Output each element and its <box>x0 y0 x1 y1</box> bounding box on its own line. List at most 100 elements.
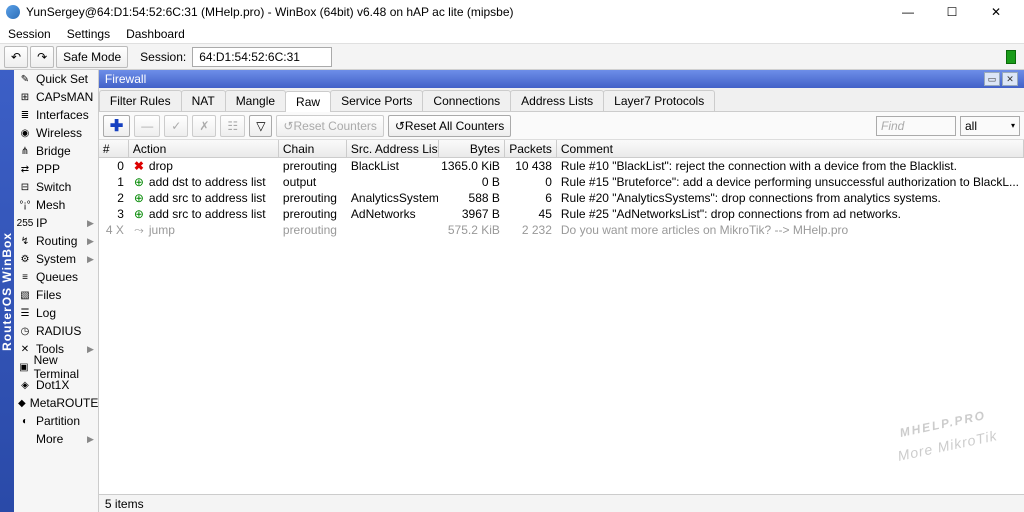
chevron-right-icon: ▶ <box>87 236 94 247</box>
status-bar: 5 items <box>99 494 1024 512</box>
sidebar-item-log[interactable]: ☰Log <box>14 304 98 322</box>
filter-combo[interactable]: all▾ <box>960 116 1020 136</box>
sidebar-item-capsman[interactable]: ⊞ CAPsMAN <box>14 88 98 106</box>
sidebar-icon: ▧ <box>18 288 32 302</box>
sidebar-item-label: CAPsMAN <box>36 90 93 104</box>
menu-settings[interactable]: Settings <box>67 27 110 41</box>
tab-address-lists[interactable]: Address Lists <box>510 90 604 111</box>
session-label: Session: <box>140 50 186 64</box>
undo-button[interactable]: ↶ <box>4 46 28 68</box>
sidebar-item-label: Switch <box>36 180 71 194</box>
menu-dashboard[interactable]: Dashboard <box>126 27 185 41</box>
sidebar-item-more[interactable]: More ▶ <box>14 430 98 448</box>
remove-rule-button[interactable]: — <box>134 115 160 137</box>
panel-titlebar: Firewall ▭ ✕ <box>99 70 1024 88</box>
menu-session[interactable]: Session <box>8 27 51 41</box>
sidebar-item-label: Dot1X <box>36 378 69 392</box>
sidebar-item-radius[interactable]: ◷ RADIUS <box>14 322 98 340</box>
window-titlebar: YunSergey@64:D1:54:52:6C:31 (MHelp.pro) … <box>0 0 1024 24</box>
col-packets[interactable]: Packets <box>505 140 557 157</box>
sidebar-item-label: System <box>36 252 76 266</box>
sidebar-item-new-terminal[interactable]: ▣New Terminal <box>14 358 98 376</box>
tab-connections[interactable]: Connections <box>422 90 511 111</box>
tab-service-ports[interactable]: Service Ports <box>330 90 423 111</box>
enable-rule-button[interactable]: ✓ <box>164 115 188 137</box>
chevron-right-icon: ▶ <box>87 218 94 229</box>
panel-minimize-button[interactable]: ▭ <box>984 72 1000 86</box>
col-comment[interactable]: Comment <box>557 140 1024 157</box>
sidebar-icon: ⊟ <box>18 180 32 194</box>
tab-filter-rules[interactable]: Filter Rules <box>99 90 182 111</box>
reset-all-counters-button[interactable]: ↺ Reset All Counters <box>388 115 511 137</box>
col-src-address-list[interactable]: Src. Address List <box>347 140 439 157</box>
col-chain[interactable]: Chain <box>279 140 347 157</box>
safe-mode-button[interactable]: Safe Mode <box>56 46 128 68</box>
sidebar-item-label: MetaROUTER <box>30 396 99 410</box>
close-button[interactable]: ✕ <box>974 0 1018 24</box>
maximize-button[interactable]: ☐ <box>930 0 974 24</box>
sidebar-item-partition[interactable]: ◐Partition <box>14 412 98 430</box>
sidebar-item-queues[interactable]: ≡Queues <box>14 268 98 286</box>
sidebar-item-label: More <box>36 432 63 446</box>
sidebar-icon: ↯ <box>18 234 32 248</box>
sidebar-item-quick-set[interactable]: ✎ Quick Set <box>14 70 98 88</box>
add-rule-button[interactable]: ✚ <box>103 115 130 137</box>
panel-tabs: Filter RulesNATMangleRawService PortsCon… <box>99 88 1024 112</box>
sidebar-item-label: Quick Set <box>36 72 88 86</box>
find-input[interactable]: Find <box>876 116 956 136</box>
sidebar-item-ppp[interactable]: ⇄ PPP <box>14 160 98 178</box>
tab-mangle[interactable]: Mangle <box>225 90 286 111</box>
sidebar-icon: ⊞ <box>18 90 32 104</box>
sidebar-item-label: Wireless <box>36 126 82 140</box>
disable-rule-button[interactable]: ✗ <box>192 115 216 137</box>
tab-layer7-protocols[interactable]: Layer7 Protocols <box>603 90 715 111</box>
col-index[interactable]: # <box>99 140 129 157</box>
sidebar-icon: ≣ <box>18 108 32 122</box>
sidebar-item-routing[interactable]: ↯ Routing ▶ <box>14 232 98 250</box>
table-row[interactable]: 4 X⤳jumpprerouting575.2 KiB2 232Do you w… <box>99 222 1024 238</box>
chevron-right-icon: ▶ <box>87 434 94 445</box>
table-row[interactable]: 1⊕add dst to address listoutput0 B0Rule … <box>99 174 1024 190</box>
sidebar-icon: °¡° <box>18 198 32 212</box>
filter-button[interactable]: ▽ <box>249 115 272 137</box>
sidebar-item-interfaces[interactable]: ≣Interfaces <box>14 106 98 124</box>
table-row[interactable]: 2⊕add src to address listpreroutingAnaly… <box>99 190 1024 206</box>
sidebar-icon: ◆ <box>18 396 26 410</box>
table-row[interactable]: 3⊕add src to address listpreroutingAdNet… <box>99 206 1024 222</box>
sidebar-item-system[interactable]: ⚙ System ▶ <box>14 250 98 268</box>
sidebar-item-files[interactable]: ▧Files <box>14 286 98 304</box>
sidebar-item-label: PPP <box>36 162 60 176</box>
tab-nat[interactable]: NAT <box>181 90 226 111</box>
sidebar-item-ip[interactable]: 255IP▶ <box>14 214 98 232</box>
col-bytes[interactable]: Bytes <box>439 140 505 157</box>
sidebar-item-wireless[interactable]: ◉ Wireless <box>14 124 98 142</box>
sidebar-item-bridge[interactable]: ⋔Bridge <box>14 142 98 160</box>
col-action[interactable]: Action <box>129 140 279 157</box>
sidebar-icon: ⋔ <box>18 144 32 158</box>
reset-counters-button[interactable]: ↺ Reset Counters <box>276 115 383 137</box>
sidebar-icon: ◷ <box>18 324 32 338</box>
table-row[interactable]: 0✖droppreroutingBlackList1365.0 KiB10 43… <box>99 158 1024 174</box>
sidebar-item-label: Log <box>36 306 56 320</box>
sidebar-icon: ◐ <box>18 414 32 428</box>
minimize-button[interactable]: — <box>886 0 930 24</box>
sidebar-icon: ◉ <box>18 126 32 140</box>
sidebar-icon: ⚙ <box>18 252 32 266</box>
tab-raw[interactable]: Raw <box>285 91 331 112</box>
sidebar-icon: ▣ <box>18 360 30 374</box>
side-rail: RouterOS WinBox <box>0 70 14 512</box>
sidebar-icon: 255 <box>18 216 32 230</box>
rules-grid[interactable]: # Action Chain Src. Address List Bytes P… <box>99 140 1024 494</box>
panel-close-button[interactable]: ✕ <box>1002 72 1018 86</box>
session-field[interactable]: 64:D1:54:52:6C:31 <box>192 47 332 67</box>
chevron-right-icon: ▶ <box>87 254 94 265</box>
redo-button[interactable]: ↷ <box>30 46 54 68</box>
sidebar-icon: ✎ <box>18 72 32 86</box>
sidebar-item-label: Routing <box>36 234 77 248</box>
sidebar-item-switch[interactable]: ⊟ Switch <box>14 178 98 196</box>
comment-button[interactable]: ☷ <box>220 115 245 137</box>
sidebar-icon: ⇄ <box>18 162 32 176</box>
sidebar-item-mesh[interactable]: °¡°Mesh <box>14 196 98 214</box>
sidebar-item-label: RADIUS <box>36 324 81 338</box>
sidebar-item-metarouter[interactable]: ◆ MetaROUTER <box>14 394 98 412</box>
